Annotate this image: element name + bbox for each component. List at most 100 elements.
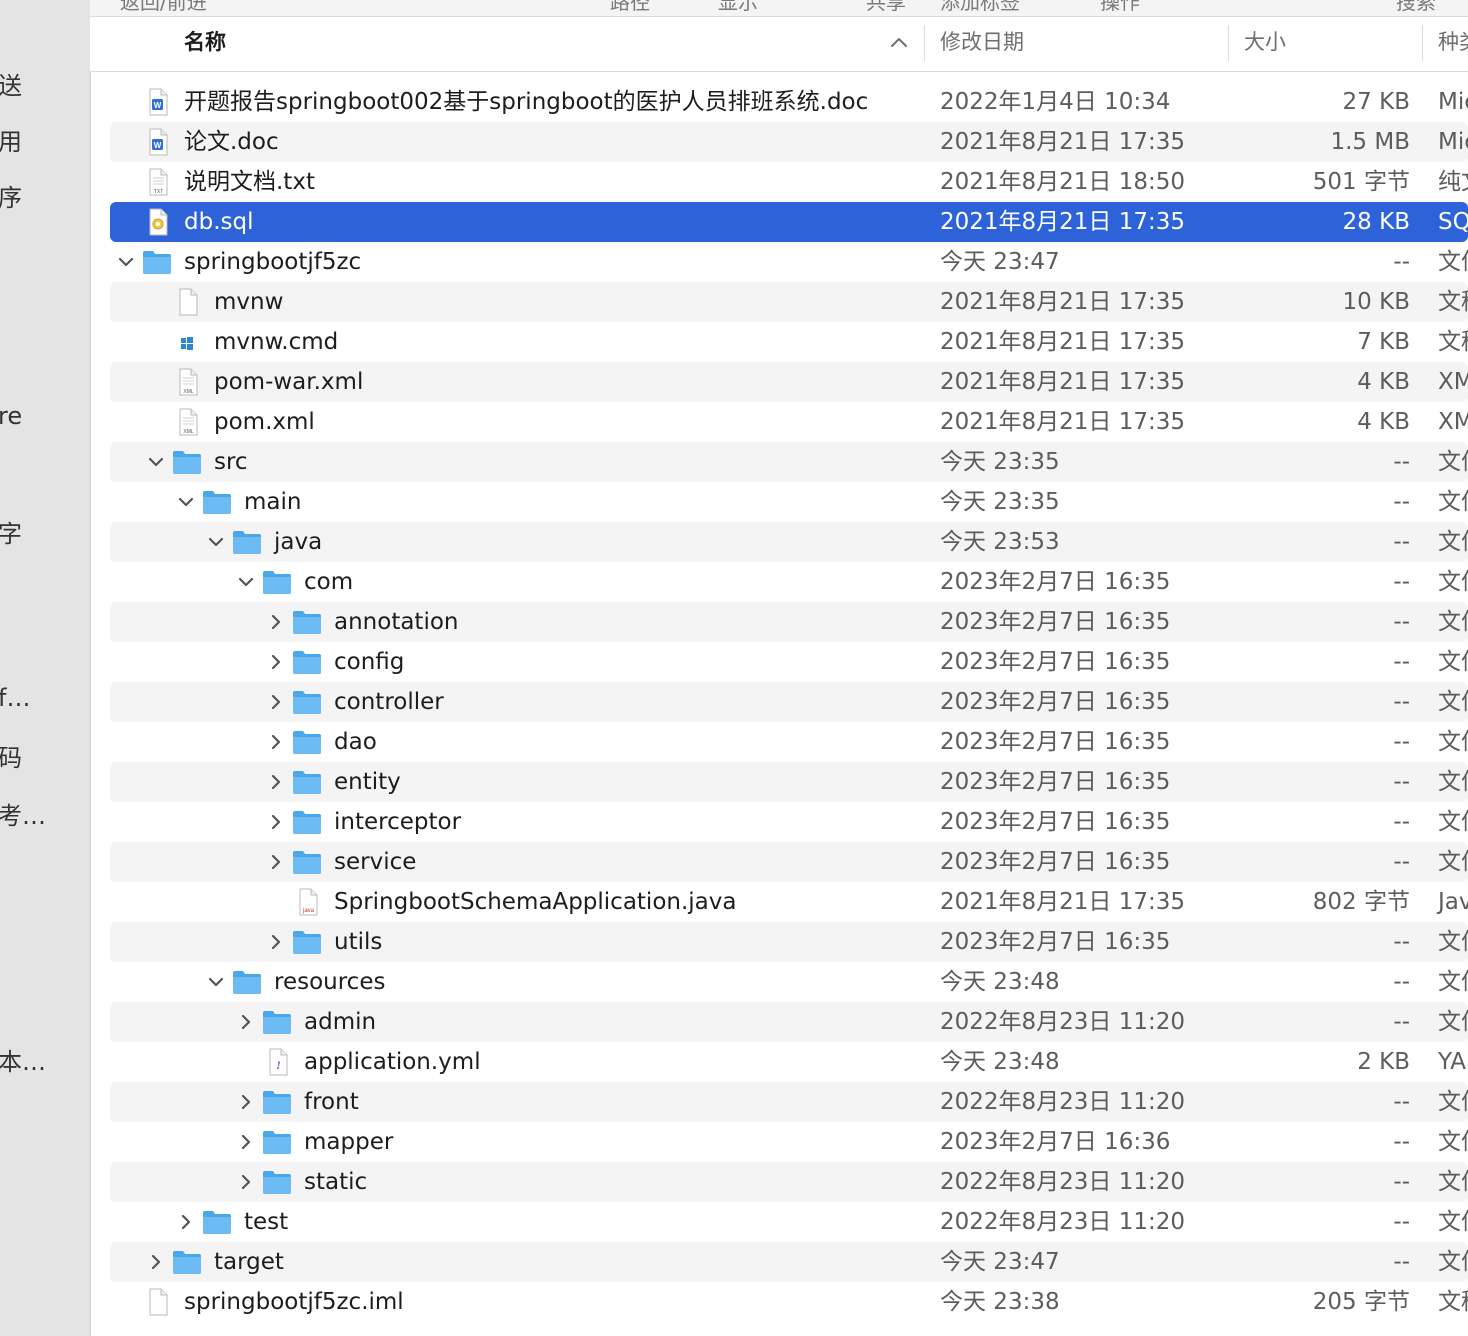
file-name: controller	[334, 689, 444, 715]
column-header-name[interactable]: 名称	[184, 17, 226, 71]
sidebar-item[interactable]: 送	[0, 66, 22, 101]
disclosure-collapsed-icon[interactable]	[266, 652, 286, 672]
sidebar-item[interactable]: 序	[0, 178, 22, 213]
sidebar-item[interactable]: 考…	[0, 796, 46, 831]
file-size: 7 KB	[1357, 329, 1410, 355]
disclosure-expanded-icon[interactable]	[236, 572, 256, 592]
disclosure-collapsed-icon[interactable]	[146, 1252, 166, 1272]
file-size: --	[1393, 1169, 1410, 1195]
file-row[interactable]: XML pom.xml 2021年8月21日 17:35 4 KB XML	[110, 402, 1468, 442]
sidebar-item[interactable]: f…	[0, 684, 30, 712]
file-name: application.yml	[304, 1049, 481, 1075]
sort-ascending-chevron-icon[interactable]	[888, 33, 910, 53]
folder-row[interactable]: java 今天 23:53 -- 文件夹	[110, 522, 1468, 562]
svg-text:!: !	[276, 1058, 281, 1072]
disclosure-expanded-icon[interactable]	[206, 972, 226, 992]
toolbar-label[interactable]: 返回/前进	[120, 0, 207, 15]
folder-row[interactable]: interceptor 2023年2月7日 16:35 -- 文件夹	[110, 802, 1468, 842]
folder-row[interactable]: admin 2022年8月23日 11:20 -- 文件夹	[110, 1002, 1468, 1042]
folder-row[interactable]: config 2023年2月7日 16:35 -- 文件夹	[110, 642, 1468, 682]
folder-row[interactable]: utils 2023年2月7日 16:35 -- 文件夹	[110, 922, 1468, 962]
disclosure-collapsed-icon[interactable]	[176, 1212, 196, 1232]
folder-row[interactable]: test 2022年8月23日 11:20 -- 文件夹	[110, 1202, 1468, 1242]
folder-row[interactable]: static 2022年8月23日 11:20 -- 文件夹	[110, 1162, 1468, 1202]
folder-row[interactable]: resources 今天 23:48 -- 文件夹	[110, 962, 1468, 1002]
disclosure-collapsed-icon[interactable]	[236, 1132, 256, 1152]
file-kind: Microsoft Word 文稿	[1438, 89, 1468, 115]
disclosure-collapsed-icon[interactable]	[236, 1012, 256, 1032]
sidebar-item[interactable]: 码	[0, 738, 22, 773]
file-kind: 文件夹	[1438, 449, 1468, 475]
column-divider[interactable]	[1422, 25, 1423, 61]
blank-file-icon	[172, 288, 202, 316]
folder-row[interactable]: controller 2023年2月7日 16:35 -- 文件夹	[110, 682, 1468, 722]
file-row[interactable]: W 论文.doc 2021年8月21日 17:35 1.5 MB Microsoft W…	[110, 122, 1468, 162]
folder-row[interactable]: mapper 2023年2月7日 16:36 -- 文件夹	[110, 1122, 1468, 1162]
disclosure-collapsed-icon[interactable]	[266, 932, 286, 952]
folder-row[interactable]: main 今天 23:35 -- 文件夹	[110, 482, 1468, 522]
folder-row[interactable]: com 2023年2月7日 16:35 -- 文件夹	[110, 562, 1468, 602]
disclosure-collapsed-icon[interactable]	[266, 692, 286, 712]
file-kind: 文件夹	[1438, 729, 1468, 755]
toolbar-label[interactable]: 共享	[866, 0, 906, 15]
toolbar-label[interactable]: 显示	[718, 0, 758, 15]
folder-icon	[172, 448, 202, 476]
file-name: static	[304, 1169, 368, 1195]
disclosure-collapsed-icon[interactable]	[266, 732, 286, 752]
disclosure-expanded-icon[interactable]	[116, 252, 136, 272]
file-size: --	[1393, 529, 1410, 555]
file-row[interactable]: ! application.yml 今天 23:48 2 KB YAML	[110, 1042, 1468, 1082]
file-row[interactable]: mvnw 2021年8月21日 17:35 10 KB 文稿	[110, 282, 1468, 322]
toolbar-label[interactable]: 添加标签	[940, 0, 1020, 15]
file-row[interactable]: XML pom-war.xml 2021年8月21日 17:35 4 KB XML	[110, 362, 1468, 402]
disclosure-expanded-icon[interactable]	[146, 452, 166, 472]
disclosure-collapsed-icon[interactable]	[266, 812, 286, 832]
file-row[interactable]: W 开题报告springboot002基于springboot的医护人员排班系统.…	[110, 82, 1468, 122]
sidebar-item[interactable]: re	[0, 402, 22, 430]
disclosure-collapsed-icon[interactable]	[266, 772, 286, 792]
toolbar-label[interactable]: 操作	[1100, 0, 1140, 15]
file-size: 4 KB	[1357, 369, 1410, 395]
modified-date: 2023年2月7日 16:35	[940, 569, 1171, 595]
folder-row[interactable]: service 2023年2月7日 16:35 -- 文件夹	[110, 842, 1468, 882]
file-size: --	[1393, 1249, 1410, 1275]
column-divider[interactable]	[924, 25, 925, 61]
file-kind: 文件夹	[1438, 529, 1468, 555]
folder-row[interactable]: src 今天 23:35 -- 文件夹	[110, 442, 1468, 482]
file-size: --	[1393, 649, 1410, 675]
folder-row[interactable]: target 今天 23:47 -- 文件夹	[110, 1242, 1468, 1282]
disclosure-expanded-icon[interactable]	[176, 492, 196, 512]
file-row[interactable]: springbootjf5zc.iml 今天 23:38 205 字节 文稿	[110, 1282, 1468, 1322]
sidebar-item[interactable]: 本…	[0, 1042, 46, 1077]
disclosure-collapsed-icon[interactable]	[236, 1172, 256, 1192]
toolbar-label[interactable]: 路径	[610, 0, 650, 15]
file-row[interactable]: TXT 说明文档.txt 2021年8月21日 18:50 501 字节 纯文本文稿	[110, 162, 1468, 202]
folder-icon	[292, 808, 322, 836]
column-header-date[interactable]: 修改日期	[940, 17, 1024, 71]
file-kind: 文件夹	[1438, 1209, 1468, 1235]
sidebar-item[interactable]: 字	[0, 514, 22, 549]
column-header-kind[interactable]: 种类	[1438, 17, 1468, 71]
file-size: 205 字节	[1312, 1289, 1410, 1315]
file-row[interactable]: mvnw.cmd 2021年8月21日 17:35 7 KB 文稿	[110, 322, 1468, 362]
toolbar-label[interactable]: 搜索	[1396, 0, 1436, 15]
modified-date: 今天 23:47	[940, 1249, 1060, 1275]
file-row[interactable]: java SpringbootSchemaApplication.java 2021…	[110, 882, 1468, 922]
column-divider[interactable]	[1228, 25, 1229, 61]
blank-file-icon	[142, 1288, 172, 1316]
folder-row[interactable]: dao 2023年2月7日 16:35 -- 文件夹	[110, 722, 1468, 762]
sidebar-item[interactable]: 用	[0, 122, 22, 157]
folder-row[interactable]: front 2022年8月23日 11:20 -- 文件夹	[110, 1082, 1468, 1122]
file-kind: YAML	[1438, 1049, 1468, 1075]
disclosure-collapsed-icon[interactable]	[236, 1092, 256, 1112]
disclosure-collapsed-icon[interactable]	[266, 612, 286, 632]
disclosure-expanded-icon[interactable]	[206, 532, 226, 552]
disclosure-collapsed-icon[interactable]	[266, 852, 286, 872]
folder-row[interactable]: annotation 2023年2月7日 16:35 -- 文件夹	[110, 602, 1468, 642]
file-row[interactable]: db.sql 2021年8月21日 17:35 28 KB SQL	[110, 202, 1468, 242]
folder-row[interactable]: entity 2023年2月7日 16:35 -- 文件夹	[110, 762, 1468, 802]
folder-icon	[172, 1248, 202, 1276]
column-header-size[interactable]: 大小	[1244, 17, 1286, 71]
folder-row[interactable]: springbootjf5zc 今天 23:47 -- 文件夹	[110, 242, 1468, 282]
svg-text:W: W	[154, 101, 162, 110]
